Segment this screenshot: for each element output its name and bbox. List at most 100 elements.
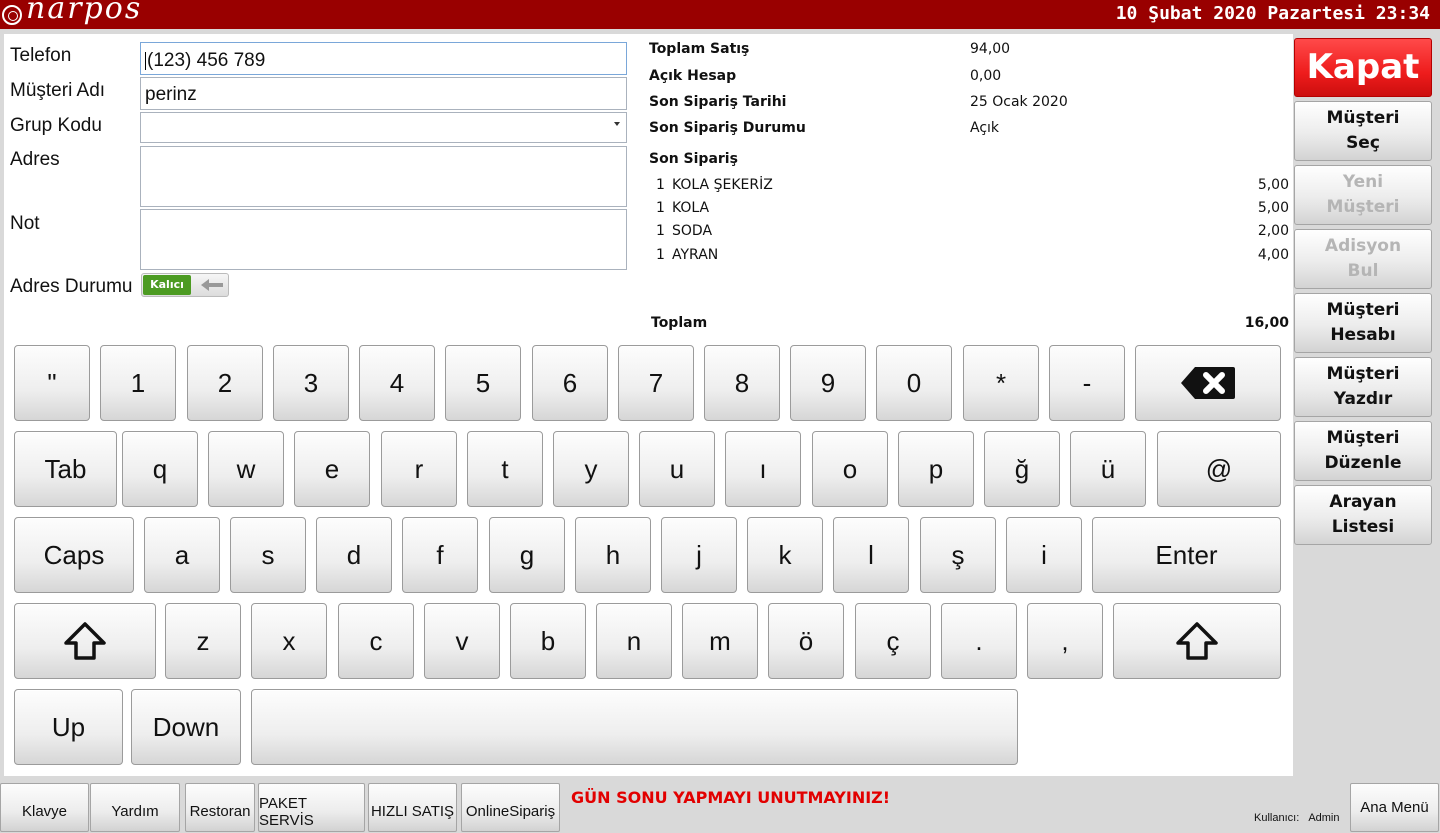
bottom-bar: Klavye Yardım Restoran PAKET SERVİS HIZL… [0,780,1440,833]
key-ı[interactable]: ı [725,431,801,507]
close-button[interactable]: Kapat [1294,38,1432,97]
last-order-status-value: Açık [970,120,1000,136]
order-item-price: 2,00 [1257,223,1289,239]
title-bar: narpos 10 Şubat 2020 Pazartesi 23:34 [0,0,1440,29]
shift-right-key[interactable] [1113,603,1281,679]
restaurant-button[interactable]: Restoran [185,783,255,832]
order-item-price: 5,00 [1257,177,1289,193]
caller-list-button[interactable]: Arayan Listesi [1294,485,1432,545]
up-key[interactable]: Up [14,689,123,765]
key-quote[interactable]: " [14,345,90,421]
key-z[interactable]: z [165,603,241,679]
key-asterisk[interactable]: * [963,345,1039,421]
key-k[interactable]: k [747,517,823,593]
phone-input[interactable]: (123) 456 789 [140,42,627,75]
main-menu-button[interactable]: Ana Menü [1350,783,1439,832]
total-sales-label: Toplam Satış [649,41,750,57]
group-code-select[interactable] [140,112,627,143]
date-time: 10 Şubat 2020 Pazartesi 23:34 [1115,3,1430,24]
caps-key[interactable]: Caps [14,517,134,593]
key-x[interactable]: x [251,603,327,679]
key-period[interactable]: . [941,603,1017,679]
key-ö[interactable]: ö [768,603,844,679]
shift-left-key[interactable] [14,603,156,679]
enter-key[interactable]: Enter [1092,517,1281,593]
key-v[interactable]: v [424,603,500,679]
shift-icon [1176,622,1218,660]
key-u[interactable]: u [639,431,715,507]
key-h[interactable]: h [575,517,651,593]
key-s[interactable]: s [230,517,306,593]
key-f[interactable]: f [402,517,478,593]
key-g[interactable]: g [489,517,565,593]
order-item-qty: 1 [656,177,665,193]
key-8[interactable]: 8 [704,345,780,421]
down-key[interactable]: Down [131,689,241,765]
address-input[interactable] [140,146,627,207]
address-status-toggle[interactable]: Kalıcı [141,273,229,297]
order-total-value: 16,00 [1244,315,1289,331]
logo-text: narpos [26,0,143,26]
last-order-label: Son Sipariş [649,151,738,167]
key-7[interactable]: 7 [618,345,694,421]
space-key[interactable] [251,689,1018,765]
key-d[interactable]: d [316,517,392,593]
key-l[interactable]: l [833,517,909,593]
find-bill-button[interactable]: Adisyon Bul [1294,229,1432,289]
customer-name-input[interactable]: perinz [140,77,627,110]
key-ş[interactable]: ş [920,517,996,593]
key-j[interactable]: j [661,517,737,593]
help-button[interactable]: Yardım [90,783,180,832]
backspace-key[interactable] [1135,345,1281,421]
key-6[interactable]: 6 [532,345,608,421]
note-input[interactable] [140,209,627,270]
key-c[interactable]: c [338,603,414,679]
key-3[interactable]: 3 [273,345,349,421]
key-comma[interactable]: , [1027,603,1103,679]
tab-key[interactable]: Tab [14,431,117,507]
order-item-price: 5,00 [1257,200,1289,216]
key-minus[interactable]: - [1049,345,1125,421]
edit-customer-button[interactable]: Müşteri Düzenle [1294,421,1432,481]
key-ü[interactable]: ü [1070,431,1146,507]
print-customer-button[interactable]: Müşteri Yazdır [1294,357,1432,417]
package-service-button[interactable]: PAKET SERVİS [258,783,365,832]
key-5[interactable]: 5 [445,345,521,421]
key-w[interactable]: w [208,431,284,507]
address-status-value: Kalıcı [143,275,191,295]
order-total-label: Toplam [651,315,708,331]
order-item-price: 4,00 [1257,247,1289,263]
online-order-button[interactable]: OnlineSipariş [461,783,560,832]
order-item-qty: 1 [656,223,665,239]
key-2[interactable]: 2 [187,345,263,421]
key-y[interactable]: y [553,431,629,507]
key-m[interactable]: m [682,603,758,679]
key-r[interactable]: r [381,431,457,507]
key-b[interactable]: b [510,603,586,679]
key-a[interactable]: a [144,517,220,593]
address-status-label: Adres Durumu [10,276,133,297]
phone-label: Telefon [10,45,72,66]
key-9[interactable]: 9 [790,345,866,421]
keyboard-button[interactable]: Klavye [0,783,89,832]
key-0[interactable]: 0 [876,345,952,421]
key-n[interactable]: n [596,603,672,679]
key-ğ[interactable]: ğ [984,431,1060,507]
order-item-qty: 1 [656,200,665,216]
key-e[interactable]: e [294,431,370,507]
customer-name-label: Müşteri Adı [10,80,106,101]
key-1[interactable]: 1 [100,345,176,421]
key-4[interactable]: 4 [359,345,435,421]
key-t[interactable]: t [467,431,543,507]
key-at[interactable]: @ [1157,431,1281,507]
customer-account-button[interactable]: Müşteri Hesabı [1294,293,1432,353]
key-o[interactable]: o [812,431,888,507]
key-ç[interactable]: ç [855,603,931,679]
new-customer-button[interactable]: Yeni Müşteri [1294,165,1432,225]
key-p[interactable]: p [898,431,974,507]
key-i[interactable]: i [1006,517,1082,593]
order-item-name: AYRAN [672,247,719,263]
quick-sale-button[interactable]: HIZLI SATIŞ [368,783,457,832]
select-customer-button[interactable]: Müşteri Seç [1294,101,1432,161]
key-q[interactable]: q [122,431,198,507]
